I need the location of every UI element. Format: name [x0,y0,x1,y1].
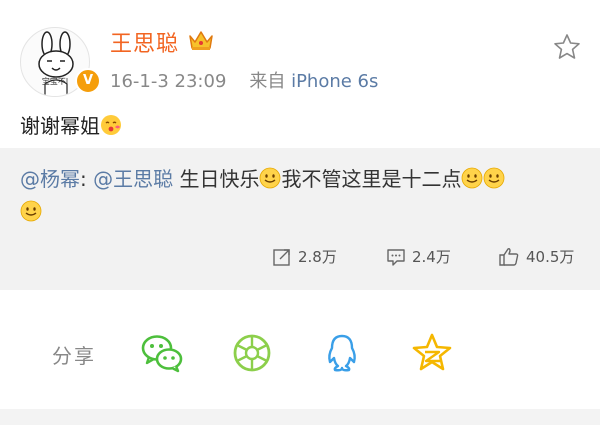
repost-count: 2.8万 [298,248,337,266]
repost-text-part2: 我不管这里是十二点 [281,167,462,191]
share-qq-button[interactable] [320,331,364,375]
smile-emoji-icon [20,200,42,230]
weibo-post: 宝宝不l V 王思聪 16-1-3 23:09 来自 iPhone 6s 谢谢幂… [0,0,600,148]
share-bar: 分享 [0,304,600,425]
qzone-icon [412,333,452,371]
star-icon [554,34,580,59]
repost-card[interactable]: @杨幂: @王思聪 生日快乐 我不管这里是十二点 2.8万 2.4万 40.5万 [0,148,600,290]
share-moments-button[interactable] [230,331,274,375]
post-text: 谢谢幂姐 [20,110,122,141]
wechat-icon [141,335,183,373]
share-label: 分享 [52,344,96,368]
qq-icon [328,334,356,372]
mention-colon: : [80,167,94,191]
repost-icon [273,248,290,266]
source-device[interactable]: iPhone 6s [291,71,378,92]
post-body: 谢谢幂姐 [20,114,100,138]
smile-emoji-icon [259,167,281,197]
bottom-strip [0,409,600,425]
verified-badge: V [75,68,101,94]
share-qzone-button[interactable] [410,331,454,375]
crown-icon [188,28,214,56]
share-wechat-button[interactable] [140,331,184,375]
mention-link[interactable]: @杨幂 [20,167,80,191]
post-date: 16-1-3 23:09 [110,71,227,92]
post-meta: 16-1-3 23:09 来自 iPhone 6s [110,67,378,93]
smile-emoji-icon [461,167,483,197]
repost-button[interactable]: 2.8万 [272,246,337,267]
comment-count: 2.4万 [412,248,451,266]
mention-link[interactable]: @王思聪 [93,167,173,191]
thumbs-up-icon [499,247,519,266]
moments-icon [233,334,271,372]
repost-text-part1: 生日快乐 [173,167,260,191]
like-button[interactable]: 40.5万 [498,246,574,267]
repost-text: @杨幂: @王思聪 生日快乐 我不管这里是十二点 [20,164,590,230]
like-count: 40.5万 [526,248,575,266]
favorite-star-button[interactable] [552,32,582,62]
comment-button[interactable]: 2.4万 [386,246,451,267]
username[interactable]: 王思聪 [110,26,179,58]
comment-icon [387,248,405,266]
smile-emoji-icon [483,167,505,197]
kiss-emoji-icon [100,114,122,141]
divider [0,290,600,304]
source-prefix: 来自 [249,71,286,92]
